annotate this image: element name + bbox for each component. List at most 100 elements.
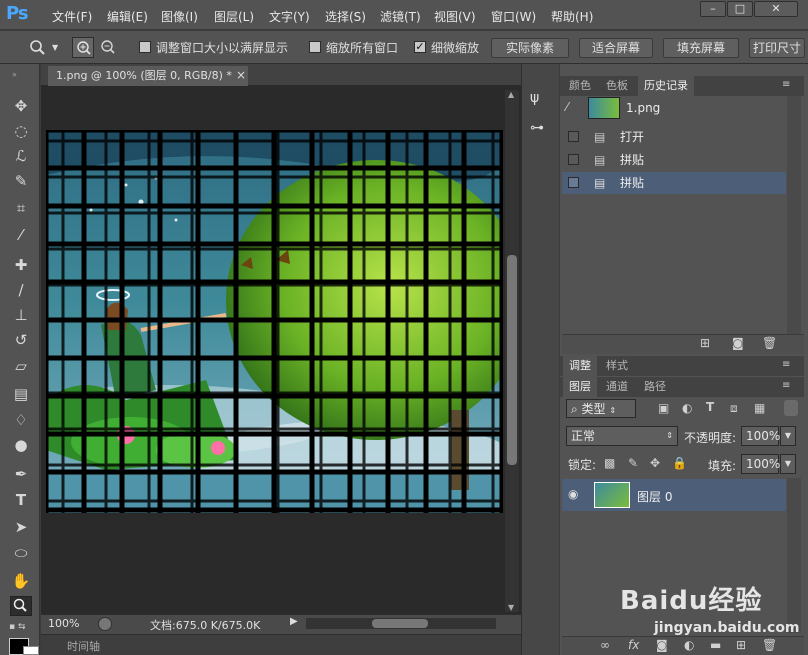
healing-brush-tool-icon[interactable]: ✚ bbox=[10, 255, 32, 275]
delete-layer-icon[interactable]: 🗑 bbox=[762, 638, 777, 652]
history-source-checkbox[interactable] bbox=[568, 154, 579, 165]
vertical-scroll-thumb[interactable] bbox=[507, 255, 517, 465]
lock-image-icon[interactable]: ✎ bbox=[628, 456, 638, 470]
timeline-label[interactable]: 时间轴 bbox=[67, 638, 100, 654]
filter-pixel-icon[interactable]: ▣ bbox=[658, 401, 669, 415]
scrubby-zoom-checkbox[interactable]: ✓ bbox=[414, 41, 426, 53]
tab-channels[interactable]: 通道 bbox=[600, 377, 634, 397]
document-tab[interactable]: 1.png @ 100% (图层 0, RGB/8) * bbox=[48, 66, 248, 86]
actual-pixels-button[interactable]: 实际像素 bbox=[491, 38, 569, 58]
menu-image[interactable]: 图像(I) bbox=[161, 8, 198, 25]
blur-tool-icon[interactable]: ♢ bbox=[10, 410, 32, 430]
filter-toggle-icon[interactable] bbox=[784, 400, 798, 416]
path-selection-tool-icon[interactable]: ➤ bbox=[10, 517, 32, 537]
quick-select-tool-icon[interactable]: ✎ bbox=[10, 171, 32, 191]
menu-type[interactable]: 文字(Y) bbox=[269, 8, 310, 25]
history-item[interactable]: ▤ 拼贴 bbox=[562, 149, 786, 171]
resize-windows-checkbox[interactable] bbox=[139, 41, 151, 53]
eraser-tool-icon[interactable]: ▱ bbox=[10, 356, 32, 376]
move-tool-icon[interactable]: ✥ bbox=[10, 96, 32, 116]
delete-state-icon[interactable]: 🗑 bbox=[762, 336, 777, 350]
brush-panel-icon[interactable]: ψ bbox=[530, 90, 539, 106]
menu-edit[interactable]: 编辑(E) bbox=[107, 8, 148, 25]
lock-all-icon[interactable]: 🔒 bbox=[672, 456, 687, 470]
opacity-dropdown-icon[interactable]: ▼ bbox=[780, 426, 796, 446]
horizontal-scroll-thumb[interactable] bbox=[372, 619, 428, 628]
filter-adjustment-icon[interactable]: ◐ bbox=[682, 401, 692, 415]
collapse-toolbar-icon[interactable]: » bbox=[12, 70, 17, 79]
zoom-tool-preset-icon[interactable] bbox=[27, 38, 49, 58]
close-button[interactable]: ✕ bbox=[754, 1, 798, 17]
status-menu-icon[interactable]: ▶ bbox=[290, 616, 298, 627]
snapshot-thumbnail[interactable] bbox=[588, 97, 620, 119]
lock-position-icon[interactable]: ✥ bbox=[650, 456, 660, 470]
menu-select[interactable]: 选择(S) bbox=[325, 8, 366, 25]
history-source-checkbox[interactable] bbox=[568, 177, 579, 188]
zoom-in-icon[interactable] bbox=[72, 37, 94, 58]
zoom-level[interactable]: 100% bbox=[48, 617, 79, 630]
add-mask-icon[interactable]: ◙ bbox=[656, 638, 668, 652]
background-color-swatch[interactable] bbox=[23, 646, 39, 655]
fill-input[interactable]: 100% bbox=[741, 454, 780, 474]
adjustment-panel-icon[interactable]: ⊶ bbox=[530, 120, 544, 136]
fill-screen-button[interactable]: 填充屏幕 bbox=[663, 38, 739, 58]
layer-thumbnail[interactable] bbox=[594, 482, 630, 508]
filter-smart-object-icon[interactable]: ▦ bbox=[754, 401, 765, 415]
lock-transparent-icon[interactable]: ▩ bbox=[604, 456, 615, 470]
tab-swatches[interactable]: 色板 bbox=[600, 76, 634, 96]
type-tool-icon[interactable]: T bbox=[10, 490, 32, 510]
dodge-tool-icon[interactable]: ● bbox=[10, 435, 32, 455]
tab-styles[interactable]: 样式 bbox=[600, 356, 634, 376]
restore-button[interactable]: □ bbox=[727, 1, 753, 17]
menu-help[interactable]: 帮助(H) bbox=[551, 8, 593, 25]
zoom-tool-icon[interactable] bbox=[10, 596, 32, 616]
menu-layer[interactable]: 图层(L) bbox=[214, 8, 254, 25]
eyedropper-tool-icon[interactable]: ⁄ bbox=[10, 225, 32, 245]
default-colors-icon[interactable]: ▪ ⇆ bbox=[9, 622, 33, 632]
layer-name[interactable]: 图层 0 bbox=[637, 488, 672, 505]
new-document-from-state-icon[interactable]: ⊞ bbox=[700, 336, 710, 350]
crop-tool-icon[interactable]: ⌗ bbox=[10, 198, 32, 218]
filter-type-icon[interactable]: T bbox=[706, 400, 714, 414]
pen-tool-icon[interactable]: ✒ bbox=[10, 464, 32, 484]
canvas-image[interactable] bbox=[46, 130, 503, 513]
zoom-out-icon[interactable] bbox=[97, 37, 119, 58]
filter-shape-icon[interactable]: ⧈ bbox=[730, 401, 738, 416]
gradient-tool-icon[interactable]: ▤ bbox=[10, 384, 32, 404]
layers-panel-menu-icon[interactable]: ≡ bbox=[782, 380, 790, 391]
tab-adjustments[interactable]: 调整 bbox=[563, 356, 597, 376]
layer-filter-select[interactable]: ⌕ 类型 ⇕ bbox=[566, 399, 636, 418]
close-tab-icon[interactable]: × bbox=[236, 68, 246, 82]
tab-history[interactable]: 历史记录 bbox=[638, 76, 694, 96]
layers-scrollbar[interactable] bbox=[787, 478, 801, 633]
tab-paths[interactable]: 路径 bbox=[638, 377, 672, 397]
tab-color[interactable]: 颜色 bbox=[563, 76, 597, 96]
history-brush-tool-icon[interactable]: ↺ bbox=[10, 330, 32, 350]
history-item-selected[interactable]: ▤ 拼贴 bbox=[562, 172, 786, 194]
hand-tool-icon[interactable]: ✋ bbox=[10, 571, 32, 591]
layer-visibility-eye-icon[interactable]: ◉ bbox=[568, 487, 578, 501]
lasso-tool-icon[interactable]: ℒ bbox=[10, 146, 32, 166]
history-panel-menu-icon[interactable]: ≡ bbox=[782, 79, 790, 90]
layer-style-icon[interactable]: fx bbox=[628, 638, 639, 652]
history-brush-source-icon[interactable]: ⁄ bbox=[566, 100, 568, 114]
scroll-down-icon[interactable]: ▼ bbox=[508, 603, 514, 612]
zoom-all-checkbox[interactable] bbox=[309, 41, 321, 53]
menu-filter[interactable]: 滤镜(T) bbox=[380, 8, 421, 25]
fill-dropdown-icon[interactable]: ▼ bbox=[780, 454, 796, 474]
blend-mode-select[interactable]: 正常 ⇕ bbox=[566, 426, 678, 446]
snapshot-name[interactable]: 1.png bbox=[626, 101, 660, 115]
minimize-button[interactable]: – bbox=[700, 1, 726, 17]
history-source-checkbox[interactable] bbox=[568, 131, 579, 142]
clone-stamp-tool-icon[interactable]: ⊥ bbox=[10, 305, 32, 325]
tab-layers[interactable]: 图层 bbox=[563, 377, 597, 397]
new-adjustment-layer-icon[interactable]: ◐ bbox=[684, 638, 694, 652]
menu-window[interactable]: 窗口(W) bbox=[491, 8, 536, 25]
print-size-button[interactable]: 打印尺寸 bbox=[749, 38, 805, 58]
scroll-up-icon[interactable]: ▲ bbox=[508, 90, 514, 99]
adjustments-panel-menu-icon[interactable]: ≡ bbox=[782, 359, 790, 370]
status-info-icon[interactable] bbox=[98, 617, 112, 631]
fit-screen-button[interactable]: 适合屏幕 bbox=[579, 38, 653, 58]
marquee-tool-icon[interactable]: ◌ bbox=[10, 121, 32, 141]
menu-view[interactable]: 视图(V) bbox=[434, 8, 476, 25]
